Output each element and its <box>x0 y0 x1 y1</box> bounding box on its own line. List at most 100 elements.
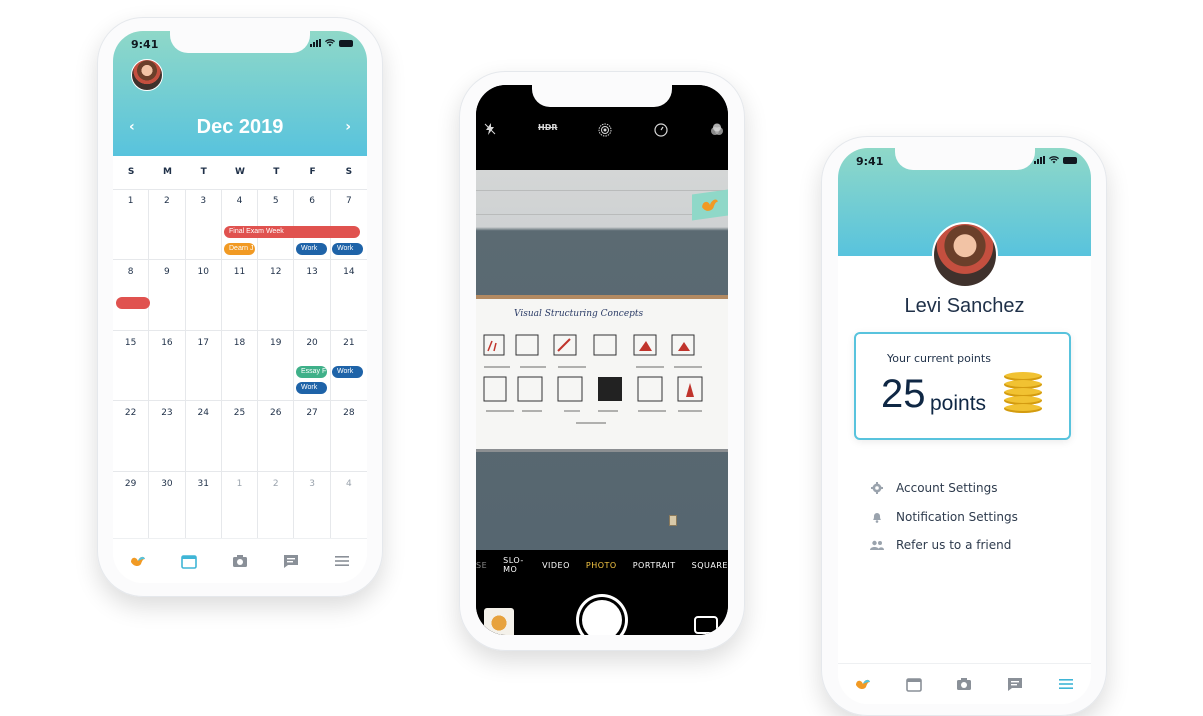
day-number: 19 <box>270 337 282 348</box>
event-work[interactable]: Work <box>296 243 327 255</box>
camera-mode-video[interactable]: VIDEO <box>542 561 570 570</box>
event-work[interactable]: Work <box>296 382 327 394</box>
event-work[interactable]: Work <box>332 366 363 378</box>
calendar-day-cell[interactable]: 16 <box>149 330 186 402</box>
notch <box>532 85 672 107</box>
day-number: 8 <box>127 266 134 277</box>
shutter-button[interactable] <box>582 600 622 635</box>
calendar-day-cell[interactable]: 26 <box>258 401 295 473</box>
calendar-day-cell[interactable]: 10 <box>185 259 222 331</box>
camera-mode-selector: SE SLO-MO VIDEO PHOTO PORTRAIT SQUARE <box>476 550 728 580</box>
calendar-icon[interactable] <box>178 550 200 572</box>
last-photo-thumbnail[interactable] <box>484 608 514 635</box>
phone-camera: HDR Visual Structuring Concepts SE SLO-M… <box>459 71 745 651</box>
camera-mode-photo[interactable]: PHOTO <box>586 561 617 570</box>
menu-icon[interactable] <box>331 550 353 572</box>
profile-avatar[interactable] <box>932 222 998 288</box>
camera-mode-slomo[interactable]: SLO-MO <box>503 556 526 574</box>
calendar-day-cell[interactable]: 29 <box>113 472 150 543</box>
day-number: 6 <box>309 196 315 206</box>
notification-settings-item[interactable]: Notification Settings <box>870 510 1018 524</box>
event-dearn[interactable]: Dearn J <box>224 243 255 255</box>
calendar-day-cell[interactable]: 30 <box>149 472 186 543</box>
signal-icon <box>1034 156 1045 164</box>
sticker-image <box>692 189 728 221</box>
camera-viewfinder[interactable]: Visual Structuring Concepts <box>476 170 728 550</box>
calendar-day-cell[interactable]: 11 <box>221 259 259 331</box>
camera-bottom-bar <box>476 580 728 635</box>
event-final-exam-week[interactable]: Final Exam Week <box>224 226 360 238</box>
flash-off-icon[interactable] <box>484 123 496 138</box>
day-number: 11 <box>233 266 246 277</box>
event-unlabeled[interactable] <box>116 297 150 309</box>
points-value: 25 <box>881 372 926 416</box>
day-number: 23 <box>161 408 173 419</box>
chat-icon[interactable] <box>280 550 302 572</box>
calendar-day-cell[interactable]: 13 <box>294 259 331 331</box>
calendar-day-cell[interactable]: 24 <box>185 401 222 473</box>
day-number: 2 <box>164 196 170 206</box>
live-photo-icon[interactable] <box>598 123 612 140</box>
refer-friend-item[interactable]: Refer us to a friend <box>870 538 1011 552</box>
calendar-day-cell[interactable]: 14 <box>330 260 367 331</box>
points-unit: points <box>930 392 987 415</box>
camera-mode-se[interactable]: SE <box>476 561 487 570</box>
calendar-day-cell[interactable]: 25 <box>221 401 259 473</box>
chat-icon[interactable] <box>1004 673 1026 695</box>
calendar-day-cell[interactable]: 5 <box>258 189 295 260</box>
status-time: 9:41 <box>131 38 159 51</box>
bird-logo-icon[interactable] <box>127 550 149 572</box>
calendar-day-cell[interactable]: 8 <box>113 259 150 331</box>
camera-icon[interactable] <box>953 673 975 695</box>
weekday-label: M <box>162 167 172 177</box>
event-essay[interactable]: Essay F <box>296 366 327 378</box>
hdr-icon[interactable]: HDR <box>538 123 558 132</box>
phone-calendar: 9:41 ‹ Dec 2019 › S M T W T F S 12345678… <box>97 17 383 597</box>
calendar-day-cell[interactable]: 2 <box>149 189 186 260</box>
avatar[interactable] <box>131 59 163 91</box>
calendar-day-cell[interactable]: 19 <box>258 330 295 402</box>
day-number: 13 <box>306 266 318 277</box>
calendar-day-cell[interactable]: 9 <box>149 259 186 331</box>
camera-icon[interactable] <box>229 550 251 572</box>
calendar-icon[interactable] <box>903 673 925 695</box>
filters-icon[interactable] <box>710 123 724 140</box>
camera-mode-square[interactable]: SQUARE <box>692 561 728 570</box>
event-work[interactable]: Work <box>332 243 363 255</box>
day-number: 28 <box>343 408 355 419</box>
calendar-day-cell[interactable]: 22 <box>113 401 150 473</box>
calendar-day-cell[interactable]: 28 <box>330 401 367 473</box>
calendar-day-cell[interactable]: 3 <box>185 189 222 260</box>
calendar-day-cell[interactable]: 12 <box>258 259 295 331</box>
profile-name: Levi Sanchez <box>904 295 1025 317</box>
battery-icon <box>339 39 353 47</box>
calendar-day-cell[interactable]: 17 <box>185 330 222 402</box>
menu-icon[interactable] <box>1055 673 1077 695</box>
wifi-icon <box>1049 156 1059 164</box>
battery-icon <box>1063 156 1077 164</box>
calendar-day-cell[interactable]: 27 <box>294 401 331 473</box>
calendar-day-cell[interactable]: 1 <box>221 472 259 543</box>
camera-mode-portrait[interactable]: PORTRAIT <box>633 561 676 570</box>
calendar-day-cell[interactable]: 15 <box>113 330 150 402</box>
calendar-day-cell[interactable]: 1 <box>113 189 150 260</box>
weekday-label: S <box>127 167 135 177</box>
calendar-day-cell[interactable]: 23 <box>149 401 186 473</box>
next-month-button[interactable]: › <box>345 119 351 135</box>
points-card: Your current points 25 points <box>854 332 1071 440</box>
calendar-day-cell[interactable]: 2 <box>258 472 295 543</box>
calendar-day-cell[interactable]: 31 <box>185 472 222 543</box>
day-number: 24 <box>197 408 209 419</box>
calendar-day-cell[interactable]: 3 <box>294 472 331 543</box>
timer-icon[interactable] <box>654 123 668 140</box>
day-number: 3 <box>309 479 315 490</box>
bird-logo-icon[interactable] <box>852 673 874 695</box>
whiteboard-sketches <box>483 334 703 424</box>
status-time: 9:41 <box>856 155 884 168</box>
calendar-day-cell[interactable]: 4 <box>330 472 367 543</box>
flip-camera-icon[interactable] <box>694 616 718 634</box>
calendar-day-cell[interactable]: 18 <box>221 330 259 402</box>
weekday-label: F <box>309 167 316 177</box>
tab-bar <box>113 538 367 583</box>
account-settings-item[interactable]: Account Settings <box>870 481 997 495</box>
